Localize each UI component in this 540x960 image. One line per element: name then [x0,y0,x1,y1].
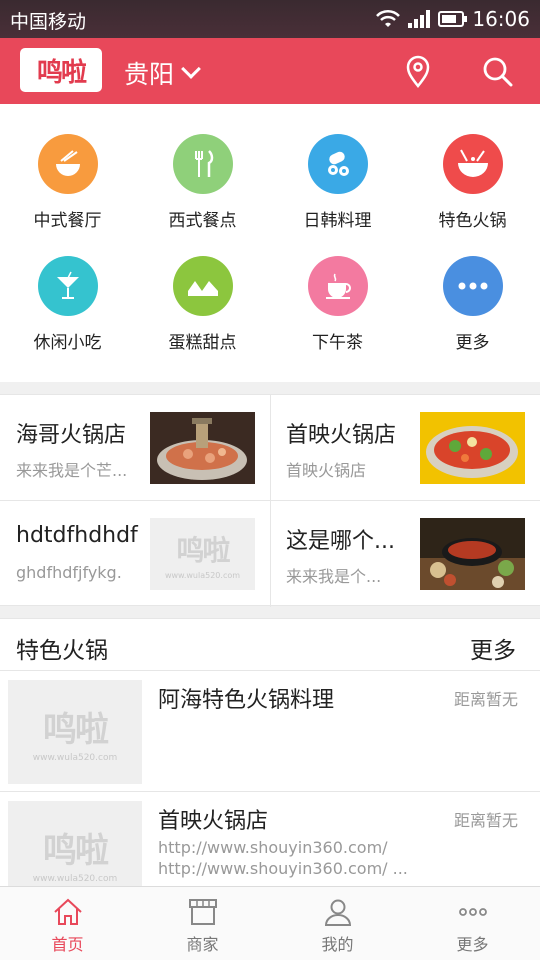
signal-icon [408,10,431,28]
placeholder-logo: 鸣啦 [43,830,109,871]
shop-card[interactable]: 海哥火锅店 来来我是个芒... [0,395,270,501]
category-japanese-korean[interactable]: 日韩料理 [270,106,405,231]
category-label: 蛋糕甜点 [168,333,237,353]
placeholder-logo: 鸣啦 [43,709,109,750]
tab-label: 商家 [186,935,219,954]
placeholder-image: 鸣啦 www.wula520.com [8,801,142,888]
placeholder-image: 鸣啦 www.wula520.com [150,518,255,590]
category-western-food[interactable]: 西式餐点 [135,106,270,231]
category-afternoon-tea[interactable]: 下午茶 [270,228,405,353]
category-snacks[interactable]: 休闲小吃 [0,228,135,353]
shop-name: hdtdfhdhdf [16,523,138,548]
fork-knife-icon [172,134,233,194]
placeholder-image: 鸣啦 www.wula520.com [8,680,142,784]
location-pin-icon[interactable] [400,54,436,90]
shop-description: ghdfhdfjfykg. [16,563,122,582]
search-icon[interactable] [480,54,516,90]
shop-description: 来来我是个芒... [16,461,128,480]
category-hotpot[interactable]: 特色火锅 [405,106,540,231]
chevron-down-icon [181,59,201,79]
tab-mine[interactable]: 我的 [270,887,405,960]
noodle-bowl-icon [37,134,98,194]
restaurant-name: 首映火锅店 [158,809,269,834]
category-label: 更多 [455,333,490,353]
shop-card[interactable]: hdtdfhdhdf ghdfhdfjfykg. 鸣啦 www.wula520.… [0,501,270,607]
clock: 16:06 [472,7,530,31]
section-header: 特色火锅 更多 [0,619,540,671]
restaurant-list-item[interactable]: 鸣啦 www.wula520.com 阿海特色火锅料理 距离暂无 [0,672,540,792]
category-chinese-restaurant[interactable]: 中式餐厅 [0,106,135,231]
divider [270,395,271,607]
divider [0,500,540,501]
featured-shops: 海哥火锅店 来来我是个芒... 首映火锅店 首映火锅店 hdtdfhdhdf g… [0,394,540,607]
tab-label: 我的 [321,935,354,954]
tab-merchants[interactable]: 商家 [135,887,270,960]
restaurant-url: http://www.shouyin360.com/ [158,838,388,857]
placeholder-logo: 鸣啦 [176,533,230,567]
restaurant-url: http://www.shouyin360.com/ ... [158,859,408,878]
shop-photo [420,412,525,484]
store-icon [188,899,217,925]
category-grid: 中式餐厅 西式餐点 日韩料理 特色火锅 休闲小吃 蛋糕甜点 下午茶 更多 [0,104,540,382]
placeholder-url: www.wula520.com [164,570,241,580]
placeholder-url: www.wula520.com [32,873,118,884]
category-cake-dessert[interactable]: 蛋糕甜点 [135,228,270,353]
teacup-icon [307,256,368,316]
shop-name: 海哥火锅店 [16,423,127,448]
hotpot-section: 特色火锅 更多 鸣啦 www.wula520.com 阿海特色火锅料理 距离暂无… [0,618,540,888]
restaurant-name: 阿海特色火锅料理 [158,688,335,713]
restaurant-distance: 距离暂无 [453,690,518,709]
sushi-icon [307,134,368,194]
cocktail-icon [37,256,98,316]
category-label: 休闲小吃 [33,333,102,353]
hotpot-icon [442,134,503,194]
home-icon [53,898,82,925]
section-title: 特色火锅 [16,638,108,664]
tab-label: 更多 [456,935,489,954]
carrier-name: 中国移动 [10,11,87,33]
restaurant-distance: 距离暂无 [453,811,518,830]
bottom-tab-bar: 首页 商家 我的 更多 [0,886,540,960]
app-header: 鸣啦 贵阳 [0,38,540,104]
tab-more[interactable]: 更多 [405,887,540,960]
shop-card[interactable]: 首映火锅店 首映火锅店 [270,395,540,501]
tab-label: 首页 [51,935,84,954]
shop-name: 这是哪个... [286,529,395,554]
shop-card[interactable]: 这是哪个... 来来我是个... [270,501,540,607]
category-label: 下午茶 [312,333,363,353]
battery-icon [438,11,468,27]
section-more-link[interactable]: 更多 [470,631,516,665]
shop-name: 首映火锅店 [286,423,397,448]
shop-photo [420,518,525,590]
user-icon [324,899,351,926]
tab-home[interactable]: 首页 [0,887,135,960]
status-bar: 中国移动 16:06 [0,0,540,38]
category-more[interactable]: 更多 [405,228,540,353]
more-dots-icon [458,908,487,916]
more-dots-icon [442,256,503,316]
cake-icon [172,256,233,316]
city-name: 贵阳 [124,60,175,89]
shop-description: 来来我是个... [286,567,382,586]
wifi-icon [376,9,401,29]
shop-description: 首映火锅店 [286,461,367,480]
placeholder-url: www.wula520.com [32,752,118,763]
shop-photo [150,412,255,484]
app-logo: 鸣啦 [20,48,102,92]
city-selector[interactable]: 贵阳 [124,55,201,91]
restaurant-list-item[interactable]: 鸣啦 www.wula520.com 首映火锅店 距离暂无 http://www… [0,793,540,888]
